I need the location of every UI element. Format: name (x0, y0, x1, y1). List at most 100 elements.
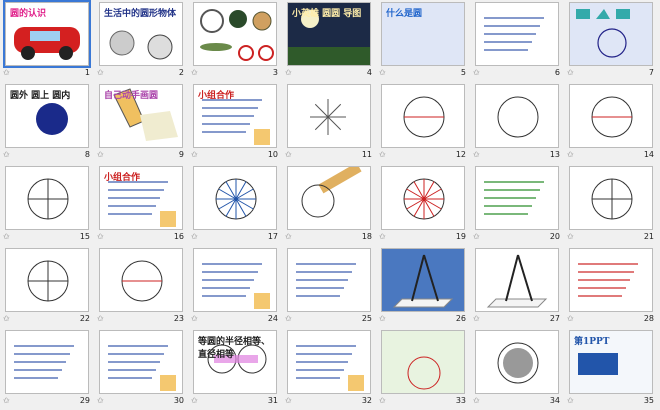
slide-thumbnail[interactable]: ✩ 23 (94, 246, 188, 328)
slide-thumbnail[interactable]: ✩ 13 (470, 82, 564, 164)
slide-preview[interactable] (475, 2, 559, 66)
slide-thumbnail[interactable]: 圆的认识 ✩ 1 (0, 0, 94, 82)
transition-star-icon[interactable]: ✩ (473, 314, 480, 324)
slide-preview[interactable] (5, 248, 89, 312)
slide-preview[interactable] (569, 84, 653, 148)
transition-star-icon[interactable]: ✩ (3, 68, 10, 78)
slide-thumbnail[interactable]: ✩ 12 (376, 82, 470, 164)
slide-thumbnail[interactable]: ✩ 28 (564, 246, 658, 328)
slide-thumbnail[interactable]: ✩ 22 (0, 246, 94, 328)
slide-preview[interactable] (381, 330, 465, 394)
slide-thumbnail[interactable]: ✩ 33 (376, 328, 470, 410)
slide-preview[interactable] (193, 248, 277, 312)
transition-star-icon[interactable]: ✩ (285, 396, 292, 406)
slide-preview[interactable] (475, 84, 559, 148)
transition-star-icon[interactable]: ✩ (379, 396, 386, 406)
slide-preview[interactable] (475, 248, 559, 312)
transition-star-icon[interactable]: ✩ (3, 232, 10, 242)
transition-star-icon[interactable]: ✩ (379, 68, 386, 78)
slide-preview[interactable] (381, 248, 465, 312)
transition-star-icon[interactable]: ✩ (191, 232, 198, 242)
transition-star-icon[interactable]: ✩ (473, 150, 480, 160)
slide-preview[interactable] (5, 166, 89, 230)
slide-thumbnail[interactable]: 生活中的圆形物体 ✩ 2 (94, 0, 188, 82)
transition-star-icon[interactable]: ✩ (97, 232, 104, 242)
slide-thumbnail[interactable]: 什么是圆 ✩ 5 (376, 0, 470, 82)
slide-thumbnail[interactable]: 小组合作 ✩ 16 (94, 164, 188, 246)
slide-thumbnail[interactable]: 自己动手画圆 ✩ 9 (94, 82, 188, 164)
slide-preview[interactable] (569, 2, 653, 66)
slide-preview[interactable] (99, 330, 183, 394)
slide-preview[interactable] (287, 84, 371, 148)
slide-thumbnail[interactable]: 第1PPT ✩ 35 (564, 328, 658, 410)
slide-preview[interactable]: 第1PPT (569, 330, 653, 394)
transition-star-icon[interactable]: ✩ (191, 68, 198, 78)
slide-thumbnail[interactable]: ✩ 3 (188, 0, 282, 82)
slide-preview[interactable] (569, 248, 653, 312)
slide-preview[interactable]: 生活中的圆形物体 (99, 2, 183, 66)
slide-preview[interactable] (475, 166, 559, 230)
slide-thumbnail[interactable]: ✩ 27 (470, 246, 564, 328)
slide-preview[interactable] (475, 330, 559, 394)
transition-star-icon[interactable]: ✩ (567, 68, 574, 78)
slide-thumbnail[interactable]: ✩ 29 (0, 328, 94, 410)
slide-preview[interactable]: 等圆的半径相等、直径相等 (193, 330, 277, 394)
transition-star-icon[interactable]: ✩ (379, 314, 386, 324)
slide-preview[interactable] (381, 84, 465, 148)
transition-star-icon[interactable]: ✩ (97, 396, 104, 406)
transition-star-icon[interactable]: ✩ (191, 396, 198, 406)
slide-preview[interactable]: 小组合作 (99, 166, 183, 230)
slide-thumbnail[interactable]: ✩ 21 (564, 164, 658, 246)
slide-preview[interactable] (381, 166, 465, 230)
transition-star-icon[interactable]: ✩ (285, 150, 292, 160)
slide-thumbnail[interactable]: ✩ 34 (470, 328, 564, 410)
slide-thumbnail[interactable]: ✩ 18 (282, 164, 376, 246)
slide-preview[interactable] (193, 166, 277, 230)
transition-star-icon[interactable]: ✩ (3, 314, 10, 324)
transition-star-icon[interactable]: ✩ (191, 314, 198, 324)
transition-star-icon[interactable]: ✩ (3, 150, 10, 160)
transition-star-icon[interactable]: ✩ (473, 68, 480, 78)
transition-star-icon[interactable]: ✩ (97, 314, 104, 324)
slide-thumbnail[interactable]: ✩ 17 (188, 164, 282, 246)
transition-star-icon[interactable]: ✩ (191, 150, 198, 160)
slide-thumbnail[interactable]: ✩ 20 (470, 164, 564, 246)
transition-star-icon[interactable]: ✩ (97, 68, 104, 78)
slide-thumbnail[interactable]: ✩ 19 (376, 164, 470, 246)
slide-thumbnail[interactable]: ✩ 14 (564, 82, 658, 164)
transition-star-icon[interactable]: ✩ (473, 396, 480, 406)
slide-thumbnail[interactable]: ✩ 30 (94, 328, 188, 410)
slide-preview[interactable] (287, 330, 371, 394)
slide-preview[interactable] (193, 2, 277, 66)
transition-star-icon[interactable]: ✩ (3, 396, 10, 406)
slide-thumbnail[interactable]: ✩ 32 (282, 328, 376, 410)
transition-star-icon[interactable]: ✩ (97, 150, 104, 160)
slide-preview[interactable] (287, 166, 371, 230)
slide-thumbnail[interactable]: 小组合作 ✩ 10 (188, 82, 282, 164)
transition-star-icon[interactable]: ✩ (285, 68, 292, 78)
transition-star-icon[interactable]: ✩ (285, 314, 292, 324)
transition-star-icon[interactable]: ✩ (567, 150, 574, 160)
slide-thumbnail[interactable]: 圆外 圆上 圆内 ✩ 8 (0, 82, 94, 164)
slide-preview[interactable] (5, 330, 89, 394)
slide-preview[interactable] (569, 166, 653, 230)
slide-preview[interactable]: 圆外 圆上 圆内 (5, 84, 89, 148)
transition-star-icon[interactable]: ✩ (285, 232, 292, 242)
slide-preview[interactable] (99, 248, 183, 312)
slide-thumbnail[interactable]: ✩ 26 (376, 246, 470, 328)
slide-thumbnail[interactable]: ✩ 6 (470, 0, 564, 82)
transition-star-icon[interactable]: ✩ (379, 150, 386, 160)
slide-preview[interactable] (287, 248, 371, 312)
slide-thumbnail[interactable]: 小英雄 圆圆 导图 ✩ 4 (282, 0, 376, 82)
slide-preview[interactable]: 自己动手画圆 (99, 84, 183, 148)
slide-thumbnail[interactable]: ✩ 15 (0, 164, 94, 246)
slide-thumbnail[interactable]: ✩ 7 (564, 0, 658, 82)
slide-thumbnail[interactable]: ✩ 25 (282, 246, 376, 328)
slide-preview[interactable]: 圆的认识 (3, 0, 91, 68)
slide-thumbnail[interactable]: ✩ 24 (188, 246, 282, 328)
transition-star-icon[interactable]: ✩ (567, 232, 574, 242)
transition-star-icon[interactable]: ✩ (473, 232, 480, 242)
transition-star-icon[interactable]: ✩ (379, 232, 386, 242)
transition-star-icon[interactable]: ✩ (567, 396, 574, 406)
slide-preview[interactable]: 什么是圆 (381, 2, 465, 66)
